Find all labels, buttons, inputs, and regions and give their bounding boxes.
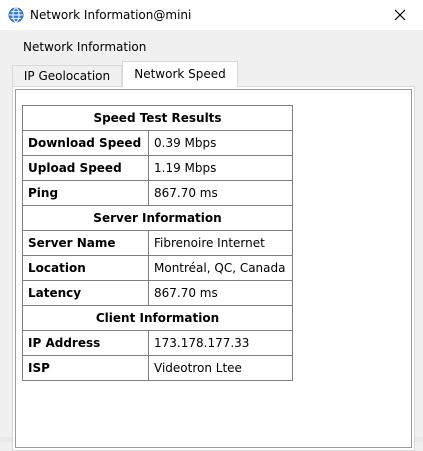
table-row: Upload Speed 1.19 Mbps <box>22 155 293 181</box>
close-button[interactable] <box>377 0 423 30</box>
row-value: 867.70 ms <box>148 180 293 206</box>
section-header: Server Information <box>22 205 293 231</box>
network-speed-pane: Speed Test Results Download Speed 0.39 M… <box>12 86 415 451</box>
close-icon <box>394 9 406 21</box>
section-header-row: Client Information <box>22 305 293 331</box>
row-key: IP Address <box>22 330 149 356</box>
row-value: 1.19 Mbps <box>148 155 293 181</box>
row-value: Fibrenoire Internet <box>148 230 293 256</box>
tab-ip-geolocation[interactable]: IP Geolocation <box>12 65 122 87</box>
results-frame: Speed Test Results Download Speed 0.39 M… <box>15 89 412 448</box>
row-key: Ping <box>22 180 149 206</box>
window-content: Network Information IP Geolocation Netwo… <box>0 30 423 451</box>
group-label: Network Information <box>23 40 147 54</box>
row-key: Upload Speed <box>22 155 149 181</box>
table-row: IP Address 173.178.177.33 <box>22 330 293 356</box>
row-key: Download Speed <box>22 130 149 156</box>
row-value: Montréal, QC, Canada <box>148 255 293 281</box>
row-value: Videotron Ltee <box>148 355 293 381</box>
section-header-row: Server Information <box>22 205 293 231</box>
table-row: ISP Videotron Ltee <box>22 355 293 381</box>
tab-network-speed[interactable]: Network Speed <box>122 61 238 87</box>
row-value: 867.70 ms <box>148 280 293 306</box>
speed-results-table: Speed Test Results Download Speed 0.39 M… <box>22 105 293 381</box>
table-row: Server Name Fibrenoire Internet <box>22 230 293 256</box>
row-key: Latency <box>22 280 149 306</box>
section-header-row: Speed Test Results <box>22 105 293 131</box>
table-row: Download Speed 0.39 Mbps <box>22 130 293 156</box>
row-key: Server Name <box>22 230 149 256</box>
row-key: ISP <box>22 355 149 381</box>
section-header: Speed Test Results <box>22 105 293 131</box>
row-value: 0.39 Mbps <box>148 130 293 156</box>
title-bar: Network Information@mini <box>0 0 423 30</box>
table-row: Ping 867.70 ms <box>22 180 293 206</box>
table-row: Latency 867.70 ms <box>22 280 293 306</box>
row-key: Location <box>22 255 149 281</box>
table-row: Location Montréal, QC, Canada <box>22 255 293 281</box>
section-header: Client Information <box>22 305 293 331</box>
globe-icon <box>8 7 24 23</box>
row-value: 173.178.177.33 <box>148 330 293 356</box>
window-title: Network Information@mini <box>30 8 192 22</box>
